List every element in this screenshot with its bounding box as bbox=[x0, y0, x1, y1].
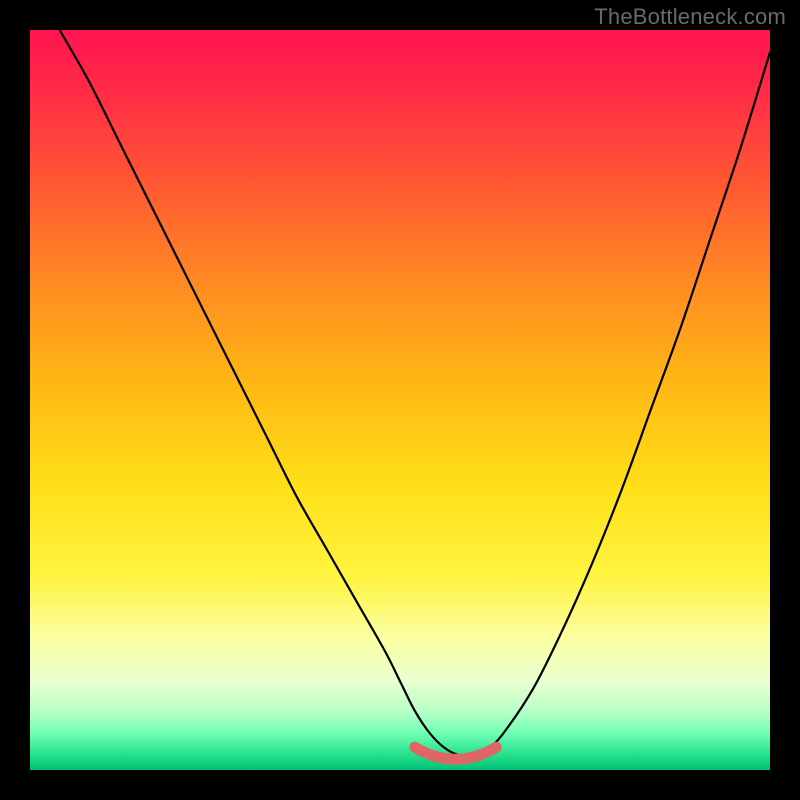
bottleneck-curve-path bbox=[60, 30, 770, 756]
chart-frame: TheBottleneck.com bbox=[0, 0, 800, 800]
plot-area bbox=[30, 30, 770, 770]
watermark-text: TheBottleneck.com bbox=[594, 4, 786, 30]
curve-layer bbox=[30, 30, 770, 770]
